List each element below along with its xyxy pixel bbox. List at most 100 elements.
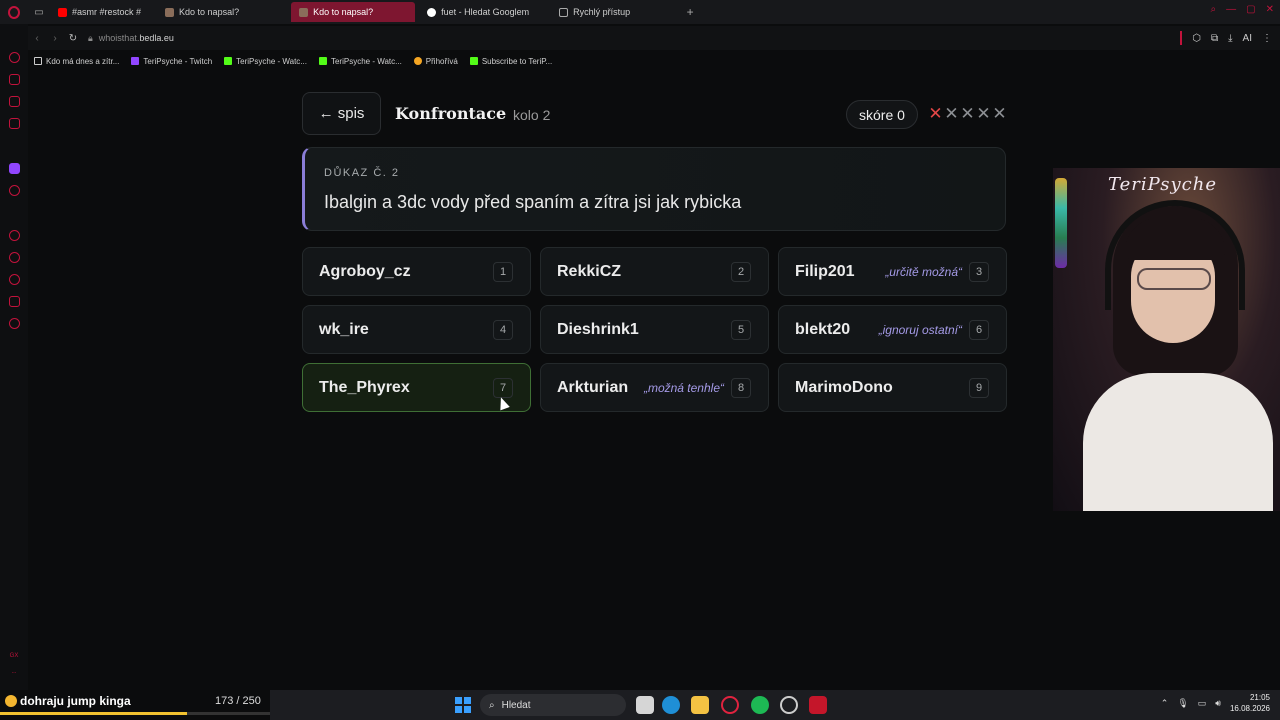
kick-icon	[224, 57, 233, 65]
snapshot-icon[interactable]: ⧉	[1211, 33, 1218, 44]
back-to-case-button[interactable]: ← spis	[302, 92, 381, 135]
minimize-icon[interactable]: —	[1226, 4, 1236, 15]
suspect-card[interactable]: RekkiCZ 2	[540, 247, 769, 296]
suspect-number: 2	[731, 261, 751, 282]
divider	[1180, 31, 1183, 45]
menu-icon[interactable]: ⋮	[1262, 33, 1272, 44]
taskbar-search[interactable]: ⌕ Hledat	[480, 694, 626, 716]
opera-logo-icon[interactable]	[0, 0, 28, 24]
round-label: kolo 2	[513, 107, 551, 123]
suspect-card[interactable]: Dieshrink1 5	[540, 305, 769, 354]
gx-cleaner-icon[interactable]	[8, 185, 20, 196]
tab-kdo-to-napsal-active[interactable]: Kdo to napsal?	[291, 2, 416, 22]
strike-icon: ✕	[960, 104, 975, 123]
suspect-name: blekt20	[795, 320, 851, 338]
suspect-card[interactable]: blekt20 „ignoruj ostatní“ 6	[778, 305, 1007, 354]
workspaces-icon[interactable]: ▭	[28, 0, 50, 24]
gx-label: GX	[9, 653, 19, 659]
suspect-card[interactable]: wk_ire 4	[302, 305, 531, 354]
suspect-grid: Agroboy_cz 1 RekkiCZ 2 Filip201 „určitě …	[302, 247, 1007, 412]
more-icon[interactable]: ...	[10, 664, 19, 680]
suspect-name: wk_ire	[319, 320, 369, 338]
messenger-icon[interactable]	[8, 96, 20, 107]
page-title: Konfrontace	[395, 104, 507, 123]
suspect-number: 4	[493, 319, 513, 340]
suspect-name: Arkturian	[557, 378, 629, 396]
download-icon[interactable]: ⤓	[1228, 33, 1232, 44]
goal-progress-fill	[0, 712, 187, 715]
app-icon[interactable]	[780, 696, 798, 714]
webcam-title: TeriPsyche	[1108, 174, 1217, 195]
aria-icon[interactable]	[8, 52, 20, 63]
strike-icon: ✕	[992, 104, 1007, 123]
back-nav-icon[interactable]: ‹	[28, 33, 46, 44]
glasses	[1137, 268, 1211, 290]
suspect-card[interactable]: Arkturian „možná tenhle“ 8	[540, 363, 769, 412]
url-field[interactable]: 🔒︎ whoisthat.bedla.eu	[88, 33, 174, 44]
video-app-icon[interactable]	[809, 696, 827, 714]
bookmarks-bar: Kdo má dnes a zítr... TeriPsyche - Twitc…	[28, 52, 1280, 70]
suspect-card[interactable]: Filip201 „určitě možná“ 3	[778, 247, 1007, 296]
tab-google-search[interactable]: fuet - Hledat Googlem	[419, 2, 537, 22]
heart-icon[interactable]	[8, 252, 20, 263]
emoji-icon	[5, 695, 17, 707]
browser-sidebar: GX ...	[0, 24, 28, 690]
evidence-label: DŮKAZ Č. 2	[324, 167, 400, 179]
reload-icon[interactable]: ↻	[64, 33, 82, 44]
strikes-indicator: ✕ ✕ ✕ ✕ ✕	[928, 102, 1007, 126]
forward-nav-icon[interactable]: ›	[46, 33, 64, 44]
close-icon[interactable]: ✕	[1266, 4, 1274, 15]
tab-kdo-to-napsal-1[interactable]: Kdo to napsal?	[157, 2, 247, 22]
opera-gx-icon[interactable]	[721, 696, 739, 714]
kick-icon	[318, 57, 327, 65]
streamer-body	[1083, 373, 1273, 511]
windows-taskbar: ⌕ Hledat ⌃ 🎙︎ ▭ 🔊︎ 21:05 16.08.2026	[270, 690, 1280, 720]
clock-icon[interactable]	[8, 274, 20, 285]
evidence-card: DŮKAZ Č. 2 Ibalgin a 3dc vody před spaní…	[302, 147, 1006, 231]
history-icon[interactable]	[8, 230, 20, 241]
cube-icon[interactable]	[8, 296, 20, 307]
file-explorer-icon[interactable]	[691, 696, 709, 714]
suspect-card[interactable]: Agroboy_cz 1	[302, 247, 531, 296]
suspect-card-hovered[interactable]: The_Phyrex 7	[302, 363, 531, 412]
bookmark-item[interactable]: TeriPsyche - Watc...	[318, 57, 402, 66]
bookmark-item[interactable]: Přihořívá	[413, 57, 458, 66]
goal-progress-bar	[0, 712, 270, 715]
ai-button[interactable]: AI	[1243, 33, 1252, 44]
detective-icon	[299, 7, 309, 17]
bookmark-item[interactable]: Subscribe to TeriP...	[469, 57, 552, 66]
bookmark-item[interactable]: TeriPsyche - Twitch	[131, 57, 212, 66]
chevron-up-icon[interactable]: ⌃	[1161, 698, 1169, 709]
tab-speed-dial[interactable]: Rychlý přístup	[551, 2, 638, 22]
suspect-number: 7	[493, 377, 513, 398]
settings-icon[interactable]	[8, 318, 20, 329]
volume-icon[interactable]: 🔊︎	[1215, 698, 1221, 709]
bag-icon[interactable]	[8, 74, 20, 85]
bookmark-item[interactable]: Kdo má dnes a zítr...	[34, 57, 119, 66]
suspect-name: RekkiCZ	[557, 262, 622, 280]
speed-dial-icon	[559, 7, 569, 17]
strike-icon: ✕	[976, 104, 991, 123]
extensions-icon[interactable]: ⬡	[1192, 33, 1201, 44]
suspect-card[interactable]: MarimoDono 9	[778, 363, 1007, 412]
display-icon[interactable]: ▭	[1198, 698, 1207, 709]
maximize-icon[interactable]: ▢	[1246, 4, 1255, 15]
suspect-number: 8	[731, 377, 751, 398]
bookmark-item[interactable]: TeriPsyche - Watc...	[224, 57, 307, 66]
streamer-bangs	[1125, 218, 1225, 260]
new-tab-button[interactable]: +	[680, 2, 700, 22]
search-tabs-icon[interactable]: ⌕	[1211, 4, 1217, 15]
strike-icon: ✕	[928, 104, 943, 123]
twitch-icon[interactable]	[8, 163, 20, 174]
clock[interactable]: 21:05 16.08.2026	[1230, 692, 1270, 714]
edge-icon[interactable]	[662, 696, 680, 714]
spotify-icon[interactable]	[751, 696, 769, 714]
microphone-icon[interactable]: 🎙︎	[1177, 698, 1188, 709]
player-icon[interactable]	[8, 118, 20, 129]
windows-start-icon[interactable]	[455, 697, 471, 713]
suspect-name: The_Phyrex	[319, 378, 410, 396]
suspect-name: Filip201	[795, 262, 855, 280]
task-view-icon[interactable]	[636, 696, 654, 714]
score-badge: skóre 0	[846, 100, 918, 129]
tab-asmr[interactable]: #asmr #restock #	[50, 2, 149, 22]
